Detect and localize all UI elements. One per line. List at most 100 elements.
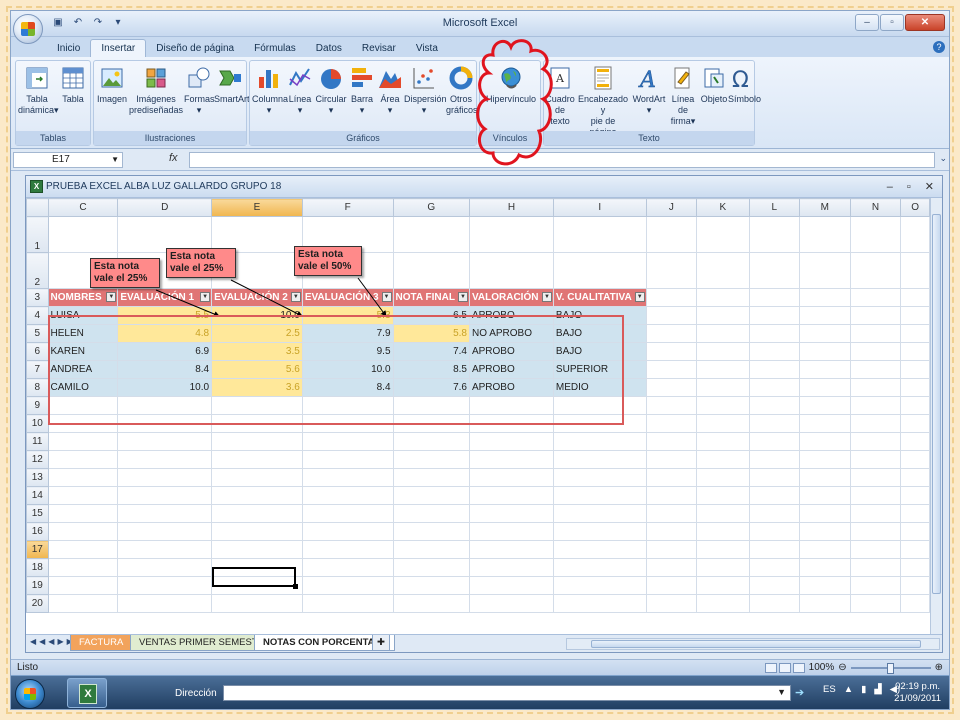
cell-f11[interactable] (301, 432, 394, 451)
filter-dropdown-icon[interactable]: ▼ (457, 292, 468, 302)
cell-k16[interactable] (696, 522, 750, 541)
cell-n16[interactable] (849, 522, 902, 541)
cell-o17[interactable] (900, 540, 930, 559)
cell-f3[interactable]: EVALUACIÓN 3 ▼ (301, 288, 394, 307)
cell-j13[interactable] (645, 468, 698, 487)
cell-m3[interactable] (799, 288, 851, 307)
cell-g6[interactable]: 7.4 (392, 342, 470, 361)
cell-m10[interactable] (799, 414, 851, 433)
cell-e20[interactable] (211, 594, 303, 613)
cell-l1[interactable] (748, 216, 801, 253)
cell-g20[interactable] (392, 594, 470, 613)
cell-h2[interactable] (468, 252, 554, 289)
cell-l9[interactable] (748, 396, 801, 415)
cell-o2[interactable] (900, 252, 930, 289)
workbook-restore-button[interactable]: ▫ (907, 176, 911, 198)
cell-o4[interactable] (900, 306, 930, 325)
cell-m5[interactable] (799, 324, 851, 343)
filter-dropdown-icon[interactable]: ▼ (634, 292, 645, 302)
cell-f7[interactable]: 10.0 (301, 360, 394, 379)
filter-dropdown-icon[interactable]: ▼ (290, 292, 301, 302)
cell-o19[interactable] (900, 576, 930, 595)
row-header-12[interactable]: 12 (26, 450, 49, 469)
tab-inicio[interactable]: Inicio (47, 40, 90, 57)
cell-m19[interactable] (799, 576, 851, 595)
cell-l3[interactable] (748, 288, 801, 307)
cell-g13[interactable] (392, 468, 470, 487)
select-all-corner[interactable] (26, 198, 49, 217)
cell-m2[interactable] (799, 252, 851, 289)
pivot-table-button[interactable]: Tabla dinámica▾ (18, 65, 59, 116)
cell-i6[interactable]: BAJO (552, 342, 647, 361)
cell-f18[interactable] (301, 558, 394, 577)
cell-k2[interactable] (696, 252, 750, 289)
cell-e10[interactable] (211, 414, 303, 433)
cell-n9[interactable] (849, 396, 902, 415)
cell-l6[interactable] (748, 342, 801, 361)
cell-o10[interactable] (900, 414, 930, 433)
cell-e13[interactable] (211, 468, 303, 487)
cell-h4[interactable]: APROBO (468, 306, 554, 325)
cell-g7[interactable]: 8.5 (392, 360, 470, 379)
column-header-h[interactable]: H (468, 198, 554, 217)
cell-e3[interactable]: EVALUACIÓN 2 ▼ (211, 288, 303, 307)
cell-k9[interactable] (696, 396, 750, 415)
filter-dropdown-icon[interactable]: ▼ (106, 292, 117, 302)
filter-dropdown-icon[interactable]: ▼ (541, 292, 552, 302)
cell-d17[interactable] (117, 540, 213, 559)
cell-i18[interactable] (552, 558, 647, 577)
minimize-button[interactable]: – (855, 14, 879, 31)
go-arrow-icon[interactable]: ➔ (795, 686, 804, 699)
cell-h15[interactable] (468, 504, 554, 523)
cell-h16[interactable] (468, 522, 554, 541)
cell-o16[interactable] (900, 522, 930, 541)
cell-g2[interactable] (392, 252, 470, 289)
cell-g10[interactable] (392, 414, 470, 433)
row-header-4[interactable]: 4 (26, 306, 49, 325)
cell-o14[interactable] (900, 486, 930, 505)
horizontal-scrollbar[interactable] (566, 638, 940, 650)
pie-chart-button[interactable]: Circular ▾ (314, 65, 348, 116)
cell-g5[interactable]: 5.8 (392, 324, 470, 343)
cell-f13[interactable] (301, 468, 394, 487)
name-box[interactable]: E17 ▼ (13, 152, 123, 168)
symbol-button[interactable]: Ω Símbolo (728, 65, 761, 105)
row-header-2[interactable]: 2 (26, 252, 49, 289)
cell-l17[interactable] (748, 540, 801, 559)
cell-h3[interactable]: VALORACIÓN ▼ (468, 288, 554, 307)
cell-n10[interactable] (849, 414, 902, 433)
cell-o3[interactable] (900, 288, 930, 307)
clip-art-button[interactable]: Imágenes prediseñadas (128, 65, 184, 116)
cell-f14[interactable] (301, 486, 394, 505)
cell-g12[interactable] (392, 450, 470, 469)
cell-h14[interactable] (468, 486, 554, 505)
cell-m8[interactable] (799, 378, 851, 397)
cell-l14[interactable] (748, 486, 801, 505)
cell-m12[interactable] (799, 450, 851, 469)
horizontal-scroll-thumb[interactable] (591, 640, 921, 648)
battery-icon[interactable]: ▮ (861, 684, 866, 695)
cell-o18[interactable] (900, 558, 930, 577)
cell-l7[interactable] (748, 360, 801, 379)
tab-vista[interactable]: Vista (406, 40, 448, 57)
page-layout-view-icon[interactable] (778, 662, 791, 673)
cell-i10[interactable] (552, 414, 647, 433)
vertical-scroll-thumb[interactable] (932, 214, 941, 594)
row-header-14[interactable]: 14 (26, 486, 49, 505)
tab-datos[interactable]: Datos (306, 40, 352, 57)
cell-m9[interactable] (799, 396, 851, 415)
cell-n12[interactable] (849, 450, 902, 469)
cell-m6[interactable] (799, 342, 851, 361)
cell-j18[interactable] (645, 558, 698, 577)
cell-k3[interactable] (696, 288, 750, 307)
column-header-i[interactable]: I (552, 198, 647, 217)
cell-d5[interactable]: 4.8 (117, 324, 213, 343)
address-input[interactable]: ▼ (223, 685, 791, 701)
tab-insertar[interactable]: Insertar (90, 39, 147, 57)
column-chart-button[interactable]: Columna ▾ (252, 65, 288, 116)
cell-f6[interactable]: 9.5 (301, 342, 394, 361)
cell-k15[interactable] (696, 504, 750, 523)
cell-j8[interactable] (645, 378, 698, 397)
hyperlink-button[interactable]: Hipervínculo (482, 65, 540, 105)
cell-f9[interactable] (301, 396, 394, 415)
